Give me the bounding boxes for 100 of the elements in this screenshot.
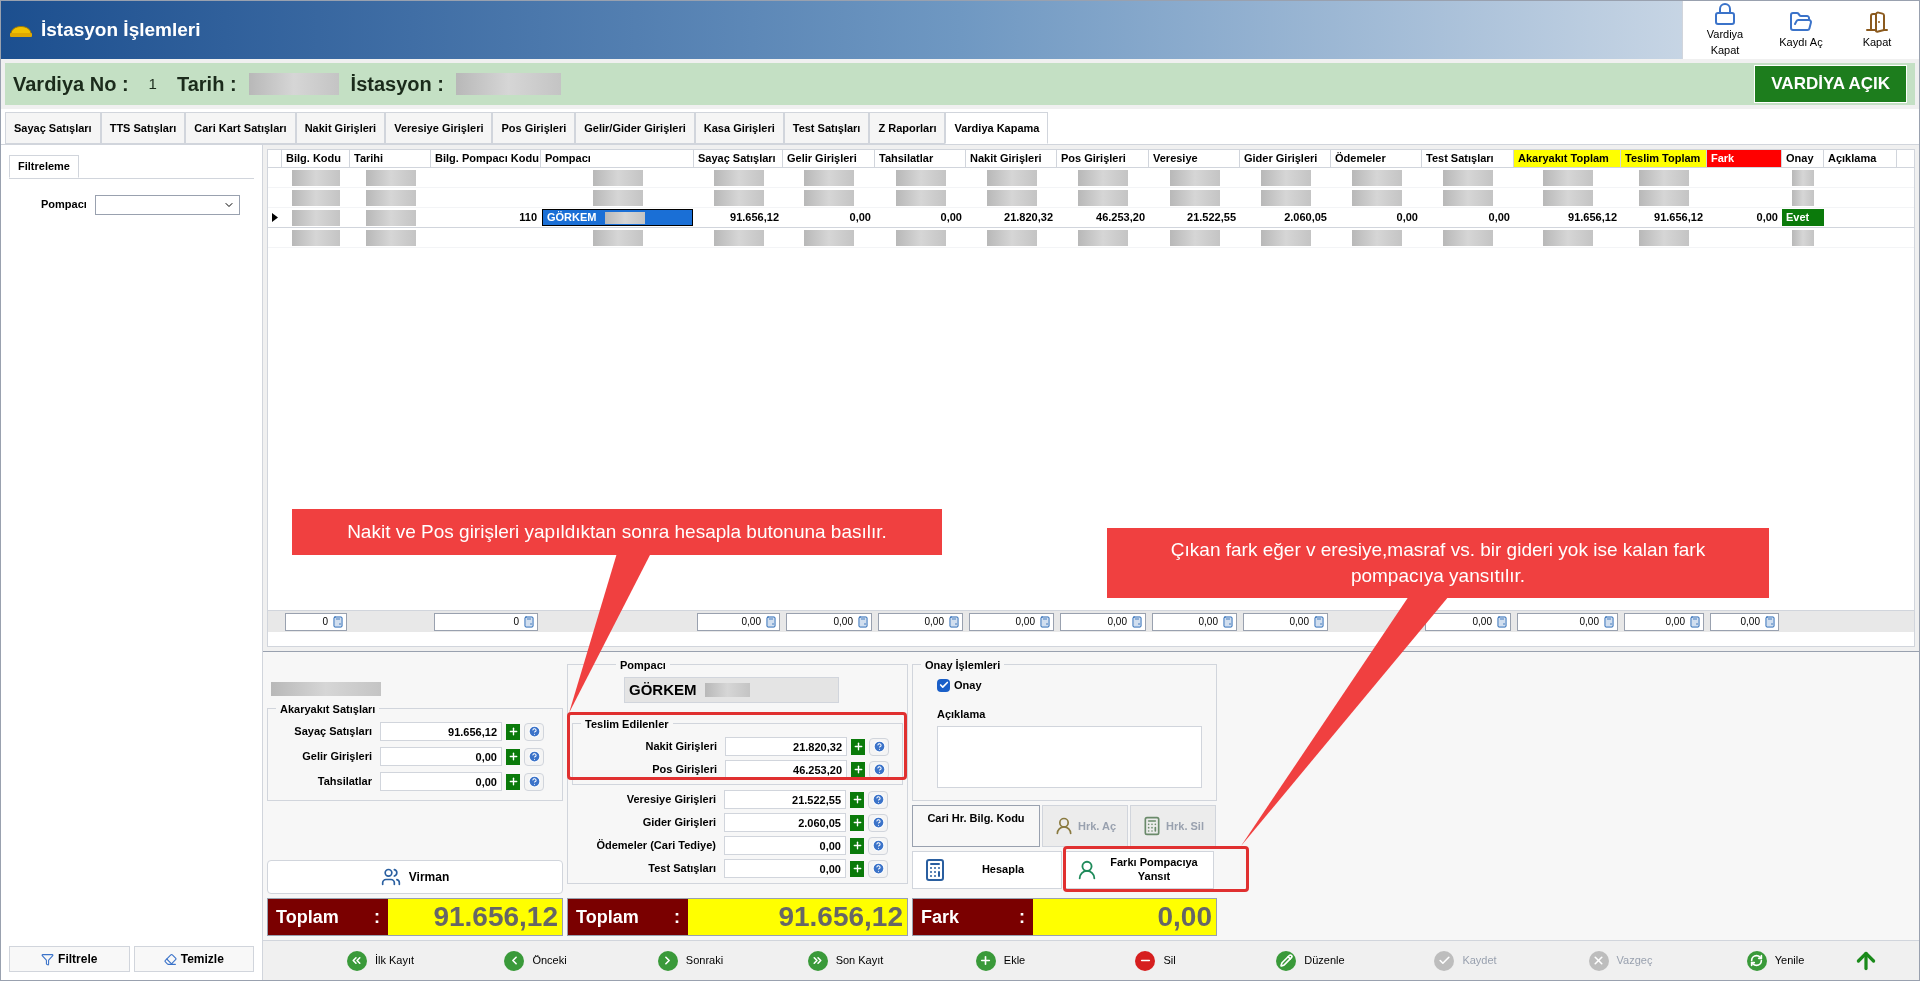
column-header[interactable]: Nakit Girişleri: [966, 150, 1057, 167]
field-label: Pos Girişleri: [651, 762, 717, 778]
add-button[interactable]: [850, 837, 864, 854]
plus-icon: [852, 764, 864, 775]
column-header[interactable]: Fark: [1707, 150, 1782, 167]
blurred-area: [1792, 229, 1814, 246]
amount-field[interactable]: 2.060,05: [724, 813, 846, 832]
add-button[interactable]: [506, 773, 520, 790]
add-button[interactable]: [850, 791, 864, 808]
tab[interactable]: Cari Kart Satışları: [185, 112, 296, 144]
amount-field[interactable]: 0,00: [380, 772, 502, 791]
column-header[interactable]: Bilg. Kodu: [282, 150, 350, 167]
add-button[interactable]: [851, 761, 865, 778]
calculate-button[interactable]: Hesapla: [912, 851, 1062, 889]
field-label: Gider Girişleri: [641, 815, 716, 831]
nav-button[interactable]: Sil: [1078, 950, 1233, 971]
toolbar-button[interactable]: Vardiya Kapat: [1691, 1, 1759, 59]
note-field[interactable]: [937, 726, 1202, 788]
help-button[interactable]: [868, 859, 888, 878]
column-header[interactable]: Bilg. Pompacı Kodu: [431, 150, 541, 167]
transfer-button[interactable]: Virman: [267, 860, 563, 894]
blurred-area: [804, 229, 854, 246]
calculator-icon: [1131, 615, 1143, 628]
column-header[interactable]: Sayaç Satışları: [694, 150, 783, 167]
amount-field[interactable]: 21.522,55: [724, 790, 846, 809]
column-header[interactable]: Tahsilatlar: [875, 150, 966, 167]
nav-button[interactable]: Sonraki: [613, 950, 768, 971]
calculator-icon: [1222, 615, 1234, 628]
nav-button[interactable]: İlk Kayıt: [303, 950, 458, 971]
help-button[interactable]: [869, 760, 889, 779]
nav-button[interactable]: Ekle: [923, 950, 1078, 971]
approval-checkbox[interactable]: [937, 678, 950, 692]
nav-button[interactable]: Önceki: [458, 950, 613, 971]
tab[interactable]: Pos Girişleri: [492, 112, 576, 144]
amount-field[interactable]: 91.656,12: [380, 722, 502, 741]
column-header[interactable]: Onay: [1782, 150, 1824, 167]
help-icon: [871, 862, 885, 875]
add-button[interactable]: [506, 748, 520, 765]
filter-button[interactable]: Filtrele: [9, 946, 130, 972]
column-header[interactable]: Pompacı: [541, 150, 694, 167]
total-field: 0,00: [1243, 612, 1328, 631]
nav-icon: [657, 950, 678, 971]
table-cell-text: 0,00: [1395, 210, 1419, 226]
help-button[interactable]: [868, 836, 888, 855]
column-header[interactable]: Akaryakıt Toplam: [1514, 150, 1621, 167]
add-button[interactable]: [850, 860, 864, 877]
nav-button[interactable]: Yenile: [1698, 950, 1853, 971]
amount-field[interactable]: 21.820,32: [725, 737, 847, 756]
column-header[interactable]: Tarihi: [350, 150, 431, 167]
help-button[interactable]: [524, 772, 544, 791]
filter-button[interactable]: Temizle: [133, 946, 254, 972]
tab[interactable]: Kasa Girişleri: [694, 112, 784, 144]
add-button[interactable]: [850, 814, 864, 831]
column-header[interactable]: Teslim Toplam: [1621, 150, 1707, 167]
help-button[interactable]: [869, 737, 889, 756]
blurred-area: [1639, 189, 1689, 206]
help-button[interactable]: [524, 722, 544, 741]
panel-tab[interactable]: Filtreleme: [9, 155, 79, 178]
blurred-area: [1169, 169, 1220, 186]
column-header[interactable]: Pos Girişleri: [1057, 150, 1149, 167]
blurred-area: [592, 169, 643, 186]
add-button[interactable]: [851, 738, 865, 755]
tab[interactable]: TTS Satışları: [100, 112, 186, 144]
reflect-button[interactable]: Farkı Pompacıya Yansıt: [1064, 851, 1214, 889]
tab[interactable]: Veresiye Girişleri: [385, 112, 493, 144]
toolbar-button[interactable]: Kaydı Aç: [1767, 9, 1835, 51]
table-cell-text: 91.656,12: [1567, 210, 1618, 226]
nav-icon: [346, 950, 367, 971]
column-header[interactable]: Gelir Girişleri: [783, 150, 875, 167]
tab[interactable]: Sayaç Satışları: [5, 112, 101, 144]
help-button[interactable]: [868, 790, 888, 809]
add-button[interactable]: [506, 723, 520, 740]
tab[interactable]: Test Satışları: [783, 112, 870, 144]
pompaci-dropdown[interactable]: [94, 194, 240, 215]
blurred-area: [1792, 189, 1814, 206]
field-label: Sayaç Satışları: [293, 724, 372, 740]
column-header[interactable]: Açıklama: [1824, 150, 1897, 167]
tab[interactable]: Gelir/Gider Girişleri: [575, 112, 695, 144]
nav-button[interactable]: Düzenle: [1233, 950, 1388, 971]
help-button[interactable]: [868, 813, 888, 832]
tab[interactable]: Z Raporları: [869, 112, 946, 144]
account-code-panel: Cari Hr. Bilg. Kodu: [912, 805, 1040, 847]
blurred-area: [1169, 189, 1220, 206]
table-row[interactable]: 110 GÖRKEM 91.656,12 0,00 0,00 21.820,32 46.253,20 21.522,55 2.060,05 0,00 0,00 91.656,12 91.656,12 0,00 Evet: [268, 208, 1914, 228]
help-icon: [527, 750, 541, 763]
blurred-area: [1260, 169, 1311, 186]
column-header[interactable]: Gider Girişleri: [1240, 150, 1331, 167]
calculator-icon: [857, 615, 869, 628]
help-button[interactable]: [524, 747, 544, 766]
tab[interactable]: Nakit Girişleri: [295, 112, 386, 144]
column-header[interactable]: Ödemeler: [1331, 150, 1422, 167]
amount-field[interactable]: 0,00: [380, 747, 502, 766]
amount-field[interactable]: 0,00: [724, 859, 846, 878]
amount-field[interactable]: 0,00: [724, 836, 846, 855]
column-header[interactable]: Veresiye: [1149, 150, 1240, 167]
blurred-area: [895, 189, 946, 206]
tab[interactable]: Vardiya Kapama: [945, 112, 1049, 144]
total-field: 0,00: [1624, 612, 1704, 631]
nav-button[interactable]: Son Kayıt: [768, 950, 923, 971]
toolbar-button[interactable]: Kapat: [1843, 9, 1911, 51]
